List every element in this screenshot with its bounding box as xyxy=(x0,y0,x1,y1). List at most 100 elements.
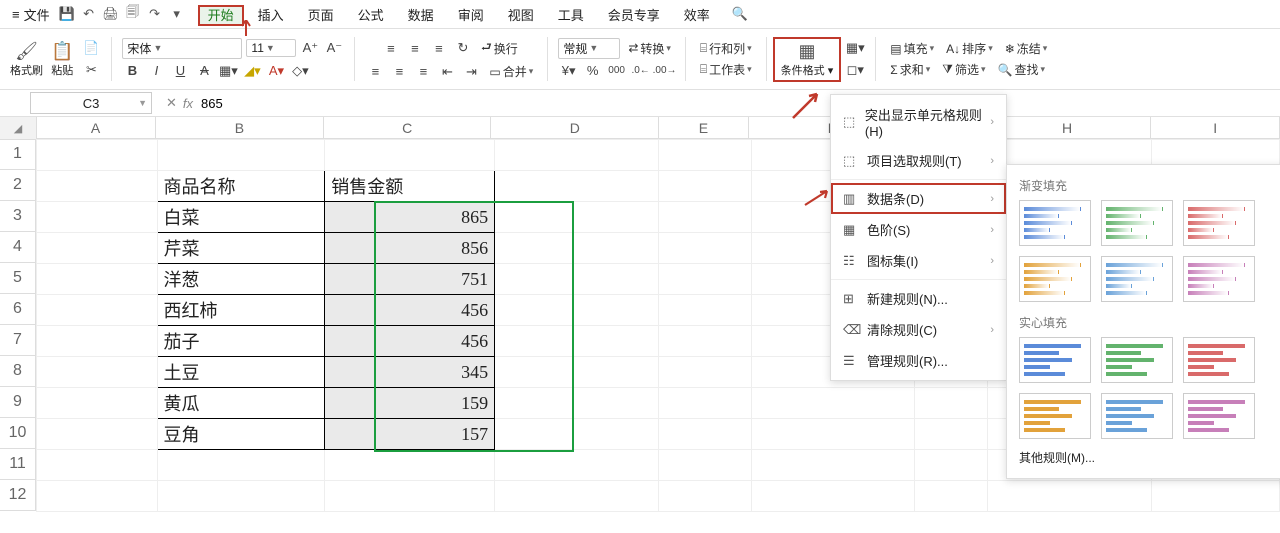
menu-color-scales[interactable]: ▦ 色阶(S) › xyxy=(831,214,1006,245)
name-box[interactable]: C3 ▼ xyxy=(30,92,152,114)
paste-button[interactable]: 📋 粘贴 xyxy=(47,39,77,80)
cell[interactable] xyxy=(37,233,158,264)
cell[interactable] xyxy=(751,388,915,419)
increase-decimal-icon[interactable]: .00→ xyxy=(655,61,675,81)
col-header-E[interactable]: E xyxy=(659,117,748,139)
align-middle-icon[interactable]: ≡ xyxy=(405,38,425,58)
cell[interactable]: 456 xyxy=(325,295,495,326)
cell[interactable] xyxy=(37,419,158,450)
border-icon[interactable]: ▦▾ xyxy=(218,61,238,81)
cell[interactable] xyxy=(157,140,325,171)
menu-tab-7[interactable]: 工具 xyxy=(548,5,594,26)
increase-font-icon[interactable]: A⁺ xyxy=(300,38,320,58)
col-header-A[interactable]: A xyxy=(36,117,156,139)
italic-icon[interactable]: I xyxy=(146,61,166,81)
row-header-3[interactable]: 3 xyxy=(0,201,36,232)
redo-icon[interactable]: ↷ xyxy=(147,6,163,22)
cell[interactable] xyxy=(37,481,158,512)
clear-format-icon[interactable]: ◇▾ xyxy=(290,61,310,81)
font-color-icon[interactable]: A▾ xyxy=(266,61,286,81)
cell[interactable] xyxy=(658,450,751,481)
cell[interactable] xyxy=(37,357,158,388)
preview-icon[interactable]: 🗐 xyxy=(125,6,141,22)
cell[interactable] xyxy=(658,140,751,171)
cell[interactable] xyxy=(495,264,659,295)
cell[interactable] xyxy=(37,388,158,419)
conditional-format-button[interactable]: ▦ 条件格式 ▾ xyxy=(773,37,842,82)
row-header-12[interactable]: 12 xyxy=(0,480,36,511)
cell[interactable] xyxy=(495,202,659,233)
cell[interactable] xyxy=(658,357,751,388)
gradient-databar-thumb-1[interactable] xyxy=(1101,200,1173,246)
filter-button[interactable]: ⧩ 筛选 ▾ xyxy=(938,60,989,79)
cell[interactable] xyxy=(37,450,158,481)
col-header-B[interactable]: B xyxy=(156,117,324,139)
cell[interactable] xyxy=(495,388,659,419)
cell[interactable] xyxy=(37,202,158,233)
cell[interactable] xyxy=(658,233,751,264)
cell[interactable] xyxy=(37,140,158,171)
menu-clear-rules[interactable]: ⌫ 清除规则(C) › xyxy=(831,314,1006,345)
solid-databar-thumb-5[interactable] xyxy=(1183,393,1255,439)
cell[interactable] xyxy=(37,171,158,202)
number-format-select[interactable]: 常规 ▼ xyxy=(558,38,620,59)
menu-icon-sets[interactable]: ☷ 图标集(I) › xyxy=(831,245,1006,276)
menu-tab-4[interactable]: 数据 xyxy=(398,5,444,26)
cell[interactable]: 洋葱 xyxy=(157,264,325,295)
cell[interactable]: 土豆 xyxy=(157,357,325,388)
cell[interactable] xyxy=(915,388,988,419)
formula-bar-value[interactable]: 865 xyxy=(201,96,223,111)
find-button[interactable]: 🔍 查找 ▾ xyxy=(994,60,1050,79)
row-header-9[interactable]: 9 xyxy=(0,387,36,418)
fx-icon[interactable]: fx xyxy=(183,96,193,111)
solid-databar-thumb-2[interactable] xyxy=(1183,337,1255,383)
solid-databar-thumb-4[interactable] xyxy=(1101,393,1173,439)
font-size-select[interactable]: 11 ▼ xyxy=(246,39,296,57)
fill-color-icon[interactable]: ◢▾ xyxy=(242,61,262,81)
fill-button[interactable]: ▤ 填充 ▾ xyxy=(886,39,938,58)
cell[interactable] xyxy=(495,326,659,357)
row-header-5[interactable]: 5 xyxy=(0,263,36,294)
cell[interactable] xyxy=(495,357,659,388)
gradient-databar-thumb-5[interactable] xyxy=(1183,256,1255,302)
cell[interactable] xyxy=(495,419,659,450)
align-bottom-icon[interactable]: ≡ xyxy=(429,38,449,58)
cell[interactable]: 豆角 xyxy=(157,419,325,450)
cell[interactable]: 345 xyxy=(325,357,495,388)
cell[interactable] xyxy=(915,419,988,450)
strikethrough-icon[interactable]: A xyxy=(194,61,214,81)
menu-highlight-rules[interactable]: ⬚ 突出显示单元格规则(H) › xyxy=(831,99,1006,145)
cell[interactable] xyxy=(658,171,751,202)
cell[interactable]: 751 xyxy=(325,264,495,295)
percent-icon[interactable]: % xyxy=(583,61,603,81)
cell[interactable] xyxy=(495,450,659,481)
gradient-databar-thumb-0[interactable] xyxy=(1019,200,1091,246)
cell[interactable] xyxy=(325,450,495,481)
cell[interactable] xyxy=(751,450,915,481)
wrap-button[interactable]: ⮐ 换行 xyxy=(477,37,522,60)
file-menu[interactable]: ≡ 文件 xyxy=(6,3,56,26)
cell[interactable] xyxy=(988,481,1152,512)
sort-button[interactable]: A↓ 排序 ▾ xyxy=(942,39,997,58)
cell[interactable] xyxy=(495,171,659,202)
cell[interactable] xyxy=(37,326,158,357)
gradient-databar-thumb-4[interactable] xyxy=(1101,256,1173,302)
align-right-icon[interactable]: ≡ xyxy=(413,62,433,82)
menu-tab-2[interactable]: 页面 xyxy=(298,5,344,26)
thousands-icon[interactable]: 000 xyxy=(607,61,627,81)
cell[interactable]: 茄子 xyxy=(157,326,325,357)
cell[interactable]: 856 xyxy=(325,233,495,264)
cell[interactable] xyxy=(495,233,659,264)
cell[interactable] xyxy=(495,295,659,326)
print-icon[interactable]: 🖨 xyxy=(103,6,119,22)
col-header-D[interactable]: D xyxy=(491,117,659,139)
row-col-button[interactable]: ⌸ 行和列 ▾ xyxy=(696,39,756,58)
cell[interactable]: 159 xyxy=(325,388,495,419)
cell[interactable]: 西红柿 xyxy=(157,295,325,326)
cell[interactable]: 865 xyxy=(325,202,495,233)
indent-decrease-icon[interactable]: ⇤ xyxy=(437,62,457,82)
col-header-H[interactable]: H xyxy=(984,117,1152,139)
sum-button[interactable]: Σ 求和 ▾ xyxy=(886,60,934,79)
freeze-button[interactable]: ❄ 冻结 ▾ xyxy=(1001,39,1052,58)
decrease-decimal-icon[interactable]: .0← xyxy=(631,61,651,81)
